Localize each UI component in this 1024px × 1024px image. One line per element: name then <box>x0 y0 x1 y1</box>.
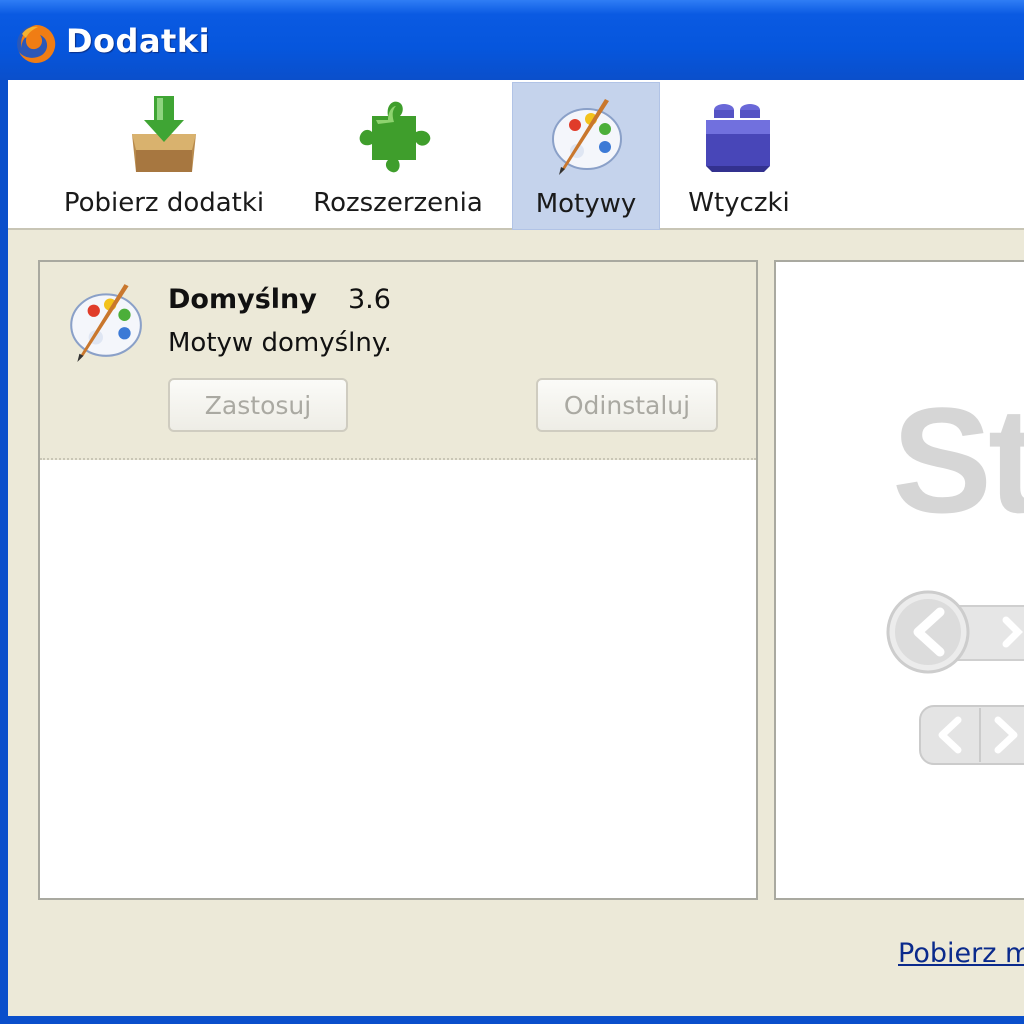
tab-label: Rozszerzenia <box>313 188 483 218</box>
theme-preview: St <box>774 260 1024 900</box>
uninstall-button[interactable]: Odinstaluj <box>536 378 718 432</box>
window-title: Dodatki <box>66 22 211 60</box>
firefox-icon <box>17 24 56 63</box>
preview-small-navigation-buttons <box>919 705 1024 765</box>
theme-list[interactable]: Domyślny 3.6 Motyw domyślny. Zastosuj Od… <box>38 260 758 900</box>
tab-get-addons[interactable]: Pobierz dodatki <box>50 82 278 228</box>
window-client-area: Pobierz dodatki Rozszerzenia Motywy Wtyc… <box>8 80 1024 1016</box>
addons-toolbar: Pobierz dodatki Rozszerzenia Motywy Wtyc… <box>8 80 1024 230</box>
get-more-themes-link[interactable]: Pobierz m <box>898 938 1024 969</box>
download-box-icon <box>132 96 196 172</box>
window-frame-bottom <box>0 1016 1024 1024</box>
theme-description: Motyw domyślny. <box>168 328 392 358</box>
theme-version: 3.6 <box>348 284 391 315</box>
tab-label: Wtyczki <box>688 188 790 218</box>
tab-plugins[interactable]: Wtyczki <box>674 82 804 228</box>
puzzle-piece-icon <box>359 101 431 173</box>
palette-icon <box>552 99 622 175</box>
tab-label: Motywy <box>535 189 637 219</box>
list-item[interactable]: Domyślny 3.6 Motyw domyślny. Zastosuj Od… <box>40 262 756 460</box>
tab-extensions[interactable]: Rozszerzenia <box>304 82 492 228</box>
preview-navigation-buttons <box>886 590 1024 674</box>
theme-name: Domyślny <box>168 284 317 315</box>
preview-text: St <box>892 376 1024 544</box>
tab-label: Pobierz dodatki <box>63 188 265 218</box>
window-frame-left <box>0 80 8 1024</box>
title-bar[interactable]: Dodatki <box>0 0 1024 80</box>
plugin-brick-icon <box>706 104 770 172</box>
palette-icon <box>70 284 142 362</box>
tab-themes[interactable]: Motywy <box>512 82 660 230</box>
apply-button[interactable]: Zastosuj <box>168 378 348 432</box>
